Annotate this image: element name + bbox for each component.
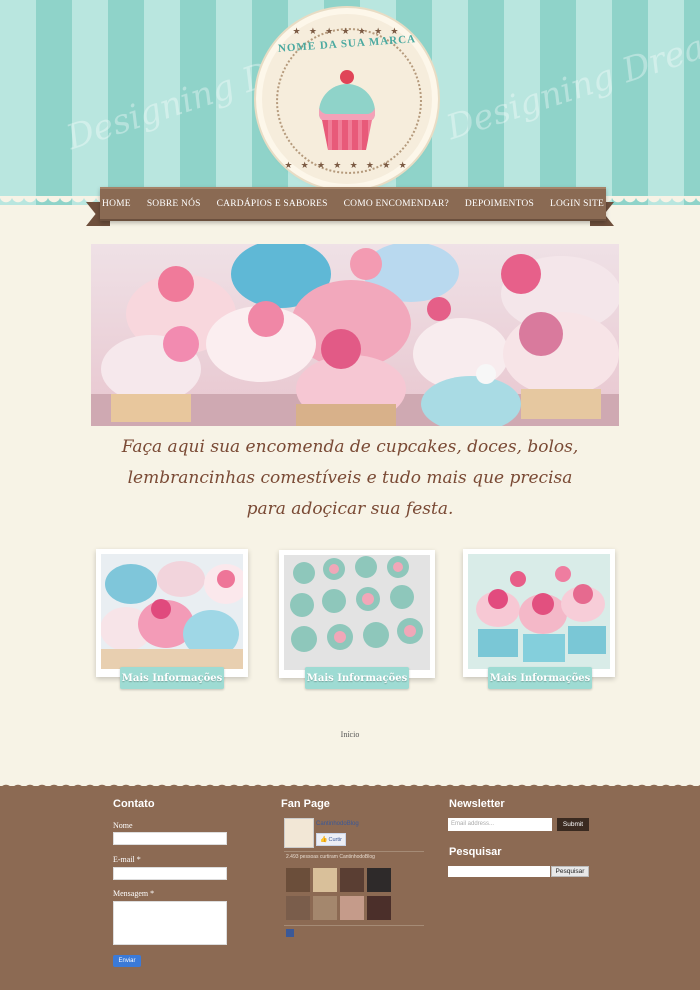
send-button[interactable]: Enviar: [113, 955, 141, 967]
fanpage-avatar[interactable]: [284, 818, 314, 848]
nav-how-to-order[interactable]: COMO ENCOMENDAR?: [344, 199, 449, 209]
logo-stars-bottom: ★ ★ ★ ★ ★ ★ ★ ★: [284, 160, 410, 170]
fan-avatar-3[interactable]: [340, 868, 364, 892]
name-label: Nome: [113, 821, 133, 830]
hero-tagline: Faça aqui sua encomenda de cupcakes, doc…: [100, 432, 600, 525]
feature-card-2[interactable]: [279, 550, 435, 678]
watermark-right: Designing Dreams: [441, 11, 700, 149]
search-title: Pesquisar: [449, 846, 502, 858]
like-icon: 👍: [320, 837, 328, 843]
fan-avatar-5[interactable]: [286, 896, 310, 920]
search-input[interactable]: [448, 866, 550, 877]
more-info-button-1[interactable]: Mais Informações: [120, 667, 224, 689]
message-label: Mensagem *: [113, 889, 155, 898]
card-2-image: [284, 555, 430, 670]
tagline-line-1: Faça aqui sua encomenda de cupcakes, doc…: [121, 437, 579, 457]
fanpage-divider-top: [284, 851, 424, 852]
fanpage-name[interactable]: CantinhodoBlog: [316, 821, 359, 827]
card-3-image: [468, 554, 610, 669]
newsletter-title: Newsletter: [449, 798, 505, 810]
message-textarea[interactable]: [113, 901, 227, 945]
more-info-button-3[interactable]: Mais Informações: [488, 667, 592, 689]
newsletter-email-input[interactable]: Email address...: [448, 818, 552, 831]
facebook-icon[interactable]: [286, 929, 294, 937]
fan-avatar-4[interactable]: [367, 868, 391, 892]
newsletter-submit-button[interactable]: Submit: [557, 818, 589, 831]
email-label: E-mail *: [113, 855, 141, 864]
fan-avatar-8[interactable]: [367, 896, 391, 920]
search-button[interactable]: Pesquisar: [551, 866, 589, 877]
main-nav: HOME SOBRE NÓS CARDÁPIOS E SABORES COMO …: [100, 187, 606, 221]
fan-avatar-6[interactable]: [313, 896, 337, 920]
hero-banner-image: [91, 244, 619, 426]
fanpage-divider-bottom: [284, 925, 424, 926]
card-1-cupcakes: [101, 554, 243, 669]
more-info-button-2[interactable]: Mais Informações: [305, 667, 409, 689]
nav-login[interactable]: LOGIN SITE: [550, 199, 604, 209]
like-label: Curtir: [328, 836, 342, 843]
cupcakes-illustration: [91, 244, 619, 426]
like-button[interactable]: 👍 Curtir: [316, 833, 346, 846]
tagline-line-3: para adoçicar sua festa.: [246, 499, 454, 519]
cupcake-wrapper-icon: [322, 120, 372, 150]
cherry-icon: [340, 70, 354, 84]
contact-title: Contato: [113, 798, 155, 810]
brand-logo[interactable]: ★ ★ ★ ★ ★ ★ ★ NOME DA SUA MARCA ★ ★ ★ ★ …: [262, 14, 432, 184]
nav-home[interactable]: HOME: [102, 199, 131, 209]
tagline-line-2: lembrancinhas comestíveis e tudo mais qu…: [127, 468, 573, 488]
nav-about[interactable]: SOBRE NÓS: [147, 199, 201, 209]
fan-avatar-1[interactable]: [286, 868, 310, 892]
fanpage-title: Fan Page: [281, 798, 330, 810]
feature-card-1[interactable]: [96, 549, 248, 677]
nav-testimonials[interactable]: DEPOIMENTOS: [465, 199, 534, 209]
breadcrumb-home[interactable]: Início: [330, 730, 370, 739]
nav-menu-flavors[interactable]: CARDÁPIOS E SABORES: [217, 199, 328, 209]
card-3-cupcakes: [468, 554, 610, 669]
card-1-image: [101, 554, 243, 669]
email-input[interactable]: [113, 867, 227, 880]
card-2-cupcakes: [284, 555, 430, 670]
name-input[interactable]: [113, 832, 227, 845]
feature-card-3[interactable]: [463, 549, 615, 677]
fan-avatar-2[interactable]: [313, 868, 337, 892]
fan-avatar-7[interactable]: [340, 896, 364, 920]
fanpage-like-count: 2.493 pessoas curtiram CantinhodoBlog: [286, 854, 375, 860]
